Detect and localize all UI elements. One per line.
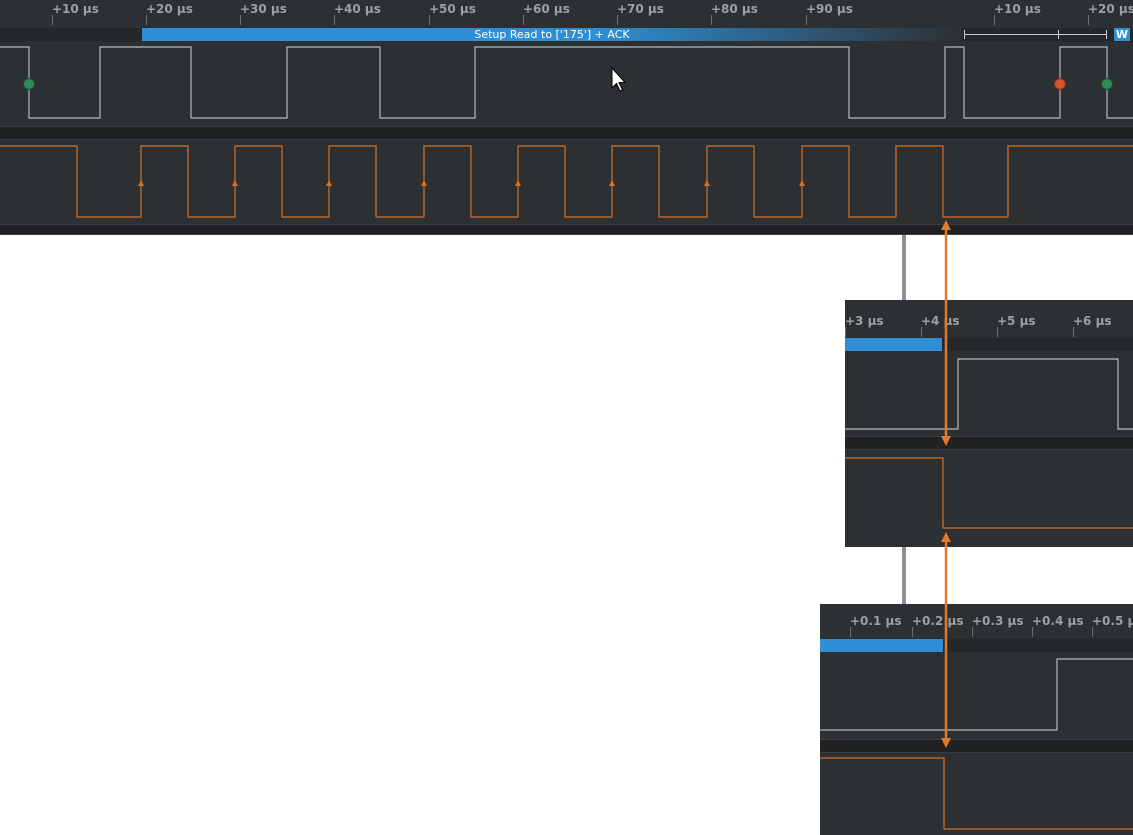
decoder-frame-setup-read[interactable] (845, 338, 942, 351)
zoom-panel-1[interactable]: +3 µs +4 µs +5 µs +6 µs (845, 300, 1133, 547)
decoder-frame-setup-read[interactable] (820, 639, 943, 652)
ruler-tick: +0.2 µs (912, 614, 964, 637)
ruler-tick: +50 µs (429, 2, 476, 25)
ruler-tick: +0.1 µs (850, 614, 902, 637)
decoder-row: Setup Read to ['175'] + ACK W (0, 28, 1133, 41)
ruler-tick: +3 µs (845, 314, 884, 337)
top-waveform-panel[interactable]: +10 µs +20 µs +30 µs +40 µs +50 µs +60 µ… (0, 0, 1133, 235)
ruler-tick: +80 µs (711, 2, 758, 25)
channel-sda[interactable] (0, 140, 1133, 226)
time-ruler[interactable]: +0.1 µs +0.2 µs +0.3 µs +0.4 µs +0.5 µs (820, 604, 1133, 638)
ruler-tick: +4 µs (921, 314, 960, 337)
ruler-tick: +30 µs (240, 2, 287, 25)
ruler-tick: +10 µs (994, 2, 1041, 25)
ruler-tick: +60 µs (523, 2, 570, 25)
ruler-tick: +40 µs (334, 2, 381, 25)
channel-scl[interactable] (0, 41, 1133, 127)
ruler-tick: +10 µs (52, 2, 99, 25)
frame-span-tick (1106, 30, 1107, 39)
time-ruler[interactable]: +10 µs +20 µs +30 µs +40 µs +50 µs +60 µ… (0, 0, 1133, 29)
channel-separator (0, 126, 1133, 140)
zoom-panel-2[interactable]: +0.1 µs +0.2 µs +0.3 µs +0.4 µs +0.5 µs (820, 604, 1133, 835)
frame-span-tick (1058, 30, 1059, 39)
ruler-tick: +20 µs (1088, 2, 1133, 25)
ruler-tick: +90 µs (806, 2, 853, 25)
ruler-tick: +0.4 µs (1032, 614, 1084, 637)
decoder-row (845, 338, 1133, 351)
ruler-tick: +0.5 µs (1092, 612, 1133, 637)
decoder-row (820, 639, 1133, 652)
ruler-tick: +6 µs (1073, 314, 1112, 337)
zoom-connector (902, 235, 906, 301)
ruler-tick: +70 µs (617, 2, 664, 25)
decoder-frame-setup-read[interactable]: Setup Read to ['175'] + ACK (142, 28, 962, 41)
zoom-connector (902, 547, 906, 605)
ruler-tick: +20 µs (146, 2, 193, 25)
frame-span-indicator (964, 34, 1107, 35)
ruler-tick: +5 µs (997, 314, 1036, 337)
decoder-frame-label: Setup Read to ['175'] + ACK (474, 28, 630, 41)
channel-separator (0, 224, 1133, 235)
write-badge[interactable]: W (1114, 28, 1130, 41)
frame-span-tick (964, 30, 965, 39)
channel-separator (820, 739, 1133, 753)
channel-separator (845, 436, 1133, 450)
ruler-tick: +0.3 µs (972, 614, 1024, 637)
write-badge-label: W (1115, 28, 1129, 41)
time-ruler[interactable]: +3 µs +4 µs +5 µs +6 µs (845, 300, 1133, 337)
